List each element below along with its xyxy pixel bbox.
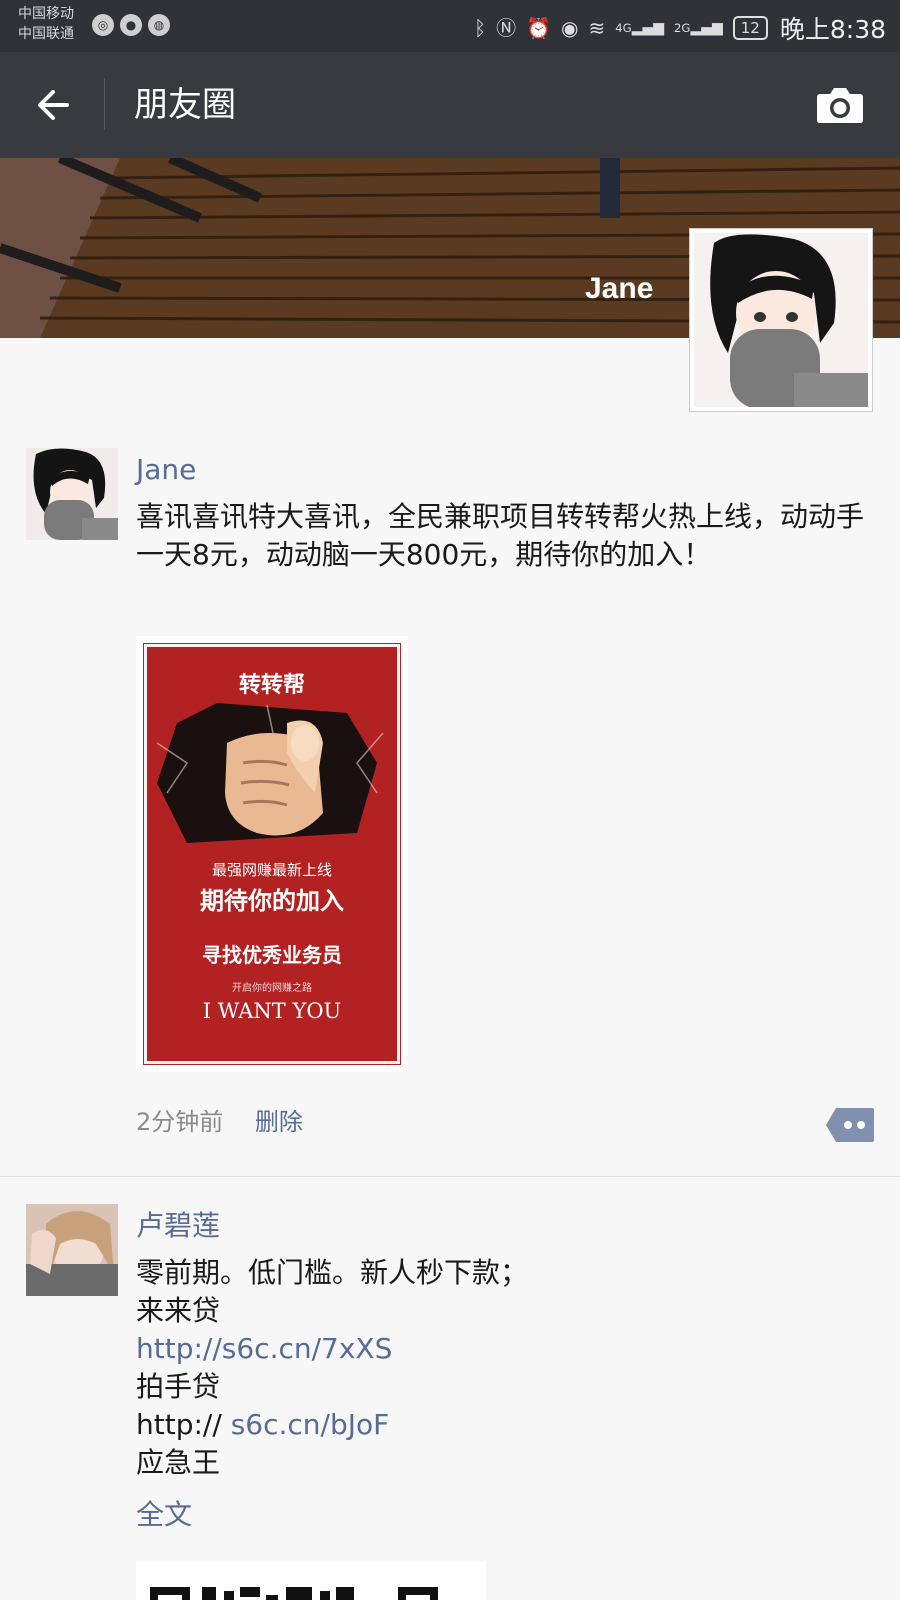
eye-icon: ◉	[561, 16, 579, 40]
girl-avatar-icon	[26, 448, 118, 540]
poster-line-4: 开启你的网赚之路	[232, 983, 312, 994]
poster-line-2: 期待你的加入	[200, 887, 344, 915]
post-divider	[0, 1176, 900, 1177]
post-image[interactable]: 转转帮 最强网赚最新上线 期待你的加入 寻找优秀业务员 开启你的网赚之路 I W…	[136, 636, 408, 1072]
poster-brand: 转转帮	[238, 673, 305, 698]
navigation-bar: 朋友圈	[0, 52, 900, 158]
comment-dots-icon	[826, 1108, 874, 1142]
avatar-illustration	[694, 233, 868, 407]
post-text: 零前期。低门槛。新人秒下款； 来来贷 http://s6c.cn/7xXS 拍手…	[136, 1254, 866, 1534]
comment-button[interactable]	[826, 1108, 874, 1142]
link-prefix: http://	[136, 1408, 231, 1441]
post-avatar[interactable]	[26, 1204, 118, 1296]
app-notification-icon: ◎	[92, 14, 114, 36]
alarm-icon: ⏰	[526, 16, 552, 40]
system-icons: ᛒ Ⓝ ⏰ ◉ ≋ 4G▂▄▆ 2G▂▄▆ 12 晚上8:38	[474, 10, 886, 46]
user-photo-icon	[26, 1204, 118, 1296]
status-bar: 中国移动 中国联通 ◎ ● ◍ ᛒ Ⓝ ⏰ ◉ ≋ 4G▂▄▆ 2G▂▄▆ 12…	[0, 0, 900, 52]
battery-icon: 12	[732, 16, 768, 40]
girl-avatar-icon	[694, 233, 868, 407]
carrier-1: 中国移动	[18, 6, 74, 22]
post-avatar[interactable]	[26, 448, 118, 540]
poster-artwork: 转转帮 最强网赚最新上线 期待你的加入 寻找优秀业务员 开启你的网赚之路 I W…	[143, 643, 401, 1065]
wifi-icon: ≋	[588, 16, 606, 40]
nav-divider	[104, 78, 105, 130]
post-username[interactable]: Jane	[136, 452, 196, 488]
cover-username: Jane	[585, 272, 654, 305]
post-time: 2分钟前	[136, 1108, 224, 1136]
qr-code-image	[136, 1561, 486, 1600]
post-line: 来来贷	[136, 1294, 221, 1327]
bluetooth-icon: ᛒ	[474, 16, 487, 40]
post-image[interactable]	[136, 1561, 486, 1600]
signal-4g-icon: 4G▂▄▆	[615, 20, 664, 36]
signal-2g-icon: 2G▂▄▆	[674, 20, 723, 36]
poster-line-5: I WANT YOU	[202, 999, 342, 1023]
post-link[interactable]: http://s6c.cn/7xXS	[136, 1330, 866, 1368]
pointing-hand-icon	[156, 703, 384, 843]
post-meta: 2分钟前 删除	[136, 1106, 303, 1138]
poster-line-3: 寻找优秀业务员	[202, 943, 342, 967]
back-button[interactable]	[30, 82, 76, 128]
post-line-with-link: http:// s6c.cn/bJoF	[136, 1406, 866, 1444]
camera-icon	[817, 88, 863, 123]
post-line: 拍手贷	[136, 1370, 221, 1403]
profile-avatar[interactable]	[689, 228, 873, 412]
post-line: 零前期。低门槛。新人秒下款；	[136, 1256, 529, 1289]
delete-button[interactable]: 删除	[255, 1108, 303, 1136]
page-title: 朋友圈	[134, 85, 236, 125]
chat-bubble-icon: ●	[120, 14, 142, 36]
post-line: 应急王	[136, 1446, 221, 1479]
post-text: 喜讯喜讯特大喜讯，全民兼职项目转转帮火热上线，动动手一天8元，动动脑一天800元…	[136, 500, 865, 571]
carrier-2: 中国联通	[18, 26, 74, 42]
poster-line-1: 最强网赚最新上线	[211, 861, 332, 879]
shield-icon: ◍	[148, 14, 170, 36]
notification-icons: ◎ ● ◍	[92, 14, 170, 36]
post-link[interactable]: s6c.cn/bJoF	[231, 1408, 390, 1441]
post-username[interactable]: 卢碧莲	[136, 1208, 220, 1244]
clock: 晚上8:38	[779, 15, 886, 44]
arrow-left-icon	[38, 90, 69, 120]
carrier-info: 中国移动 中国联通	[18, 4, 74, 44]
camera-button[interactable]	[816, 86, 864, 124]
full-text-button[interactable]: 全文	[136, 1496, 866, 1534]
nfc-icon: Ⓝ	[496, 16, 517, 40]
